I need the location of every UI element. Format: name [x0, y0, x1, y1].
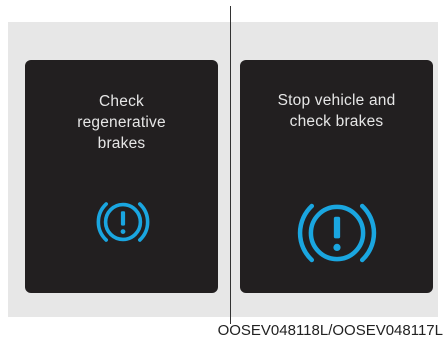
brake-warning-icon: [292, 188, 382, 278]
brake-warning-icon: [93, 192, 153, 252]
warning-message-stop-vehicle: Stop vehicle and check brakes: [277, 92, 396, 130]
figure-divider: [230, 6, 231, 324]
warning-message-regenerative-brakes: Check regenerative brakes: [77, 93, 166, 152]
figure-caption: OOSEV048118L/OOSEV048117L: [217, 322, 443, 339]
cluster-display-left: Check regenerative brakes: [25, 60, 218, 293]
cluster-display-right: Stop vehicle and check brakes: [240, 60, 433, 293]
